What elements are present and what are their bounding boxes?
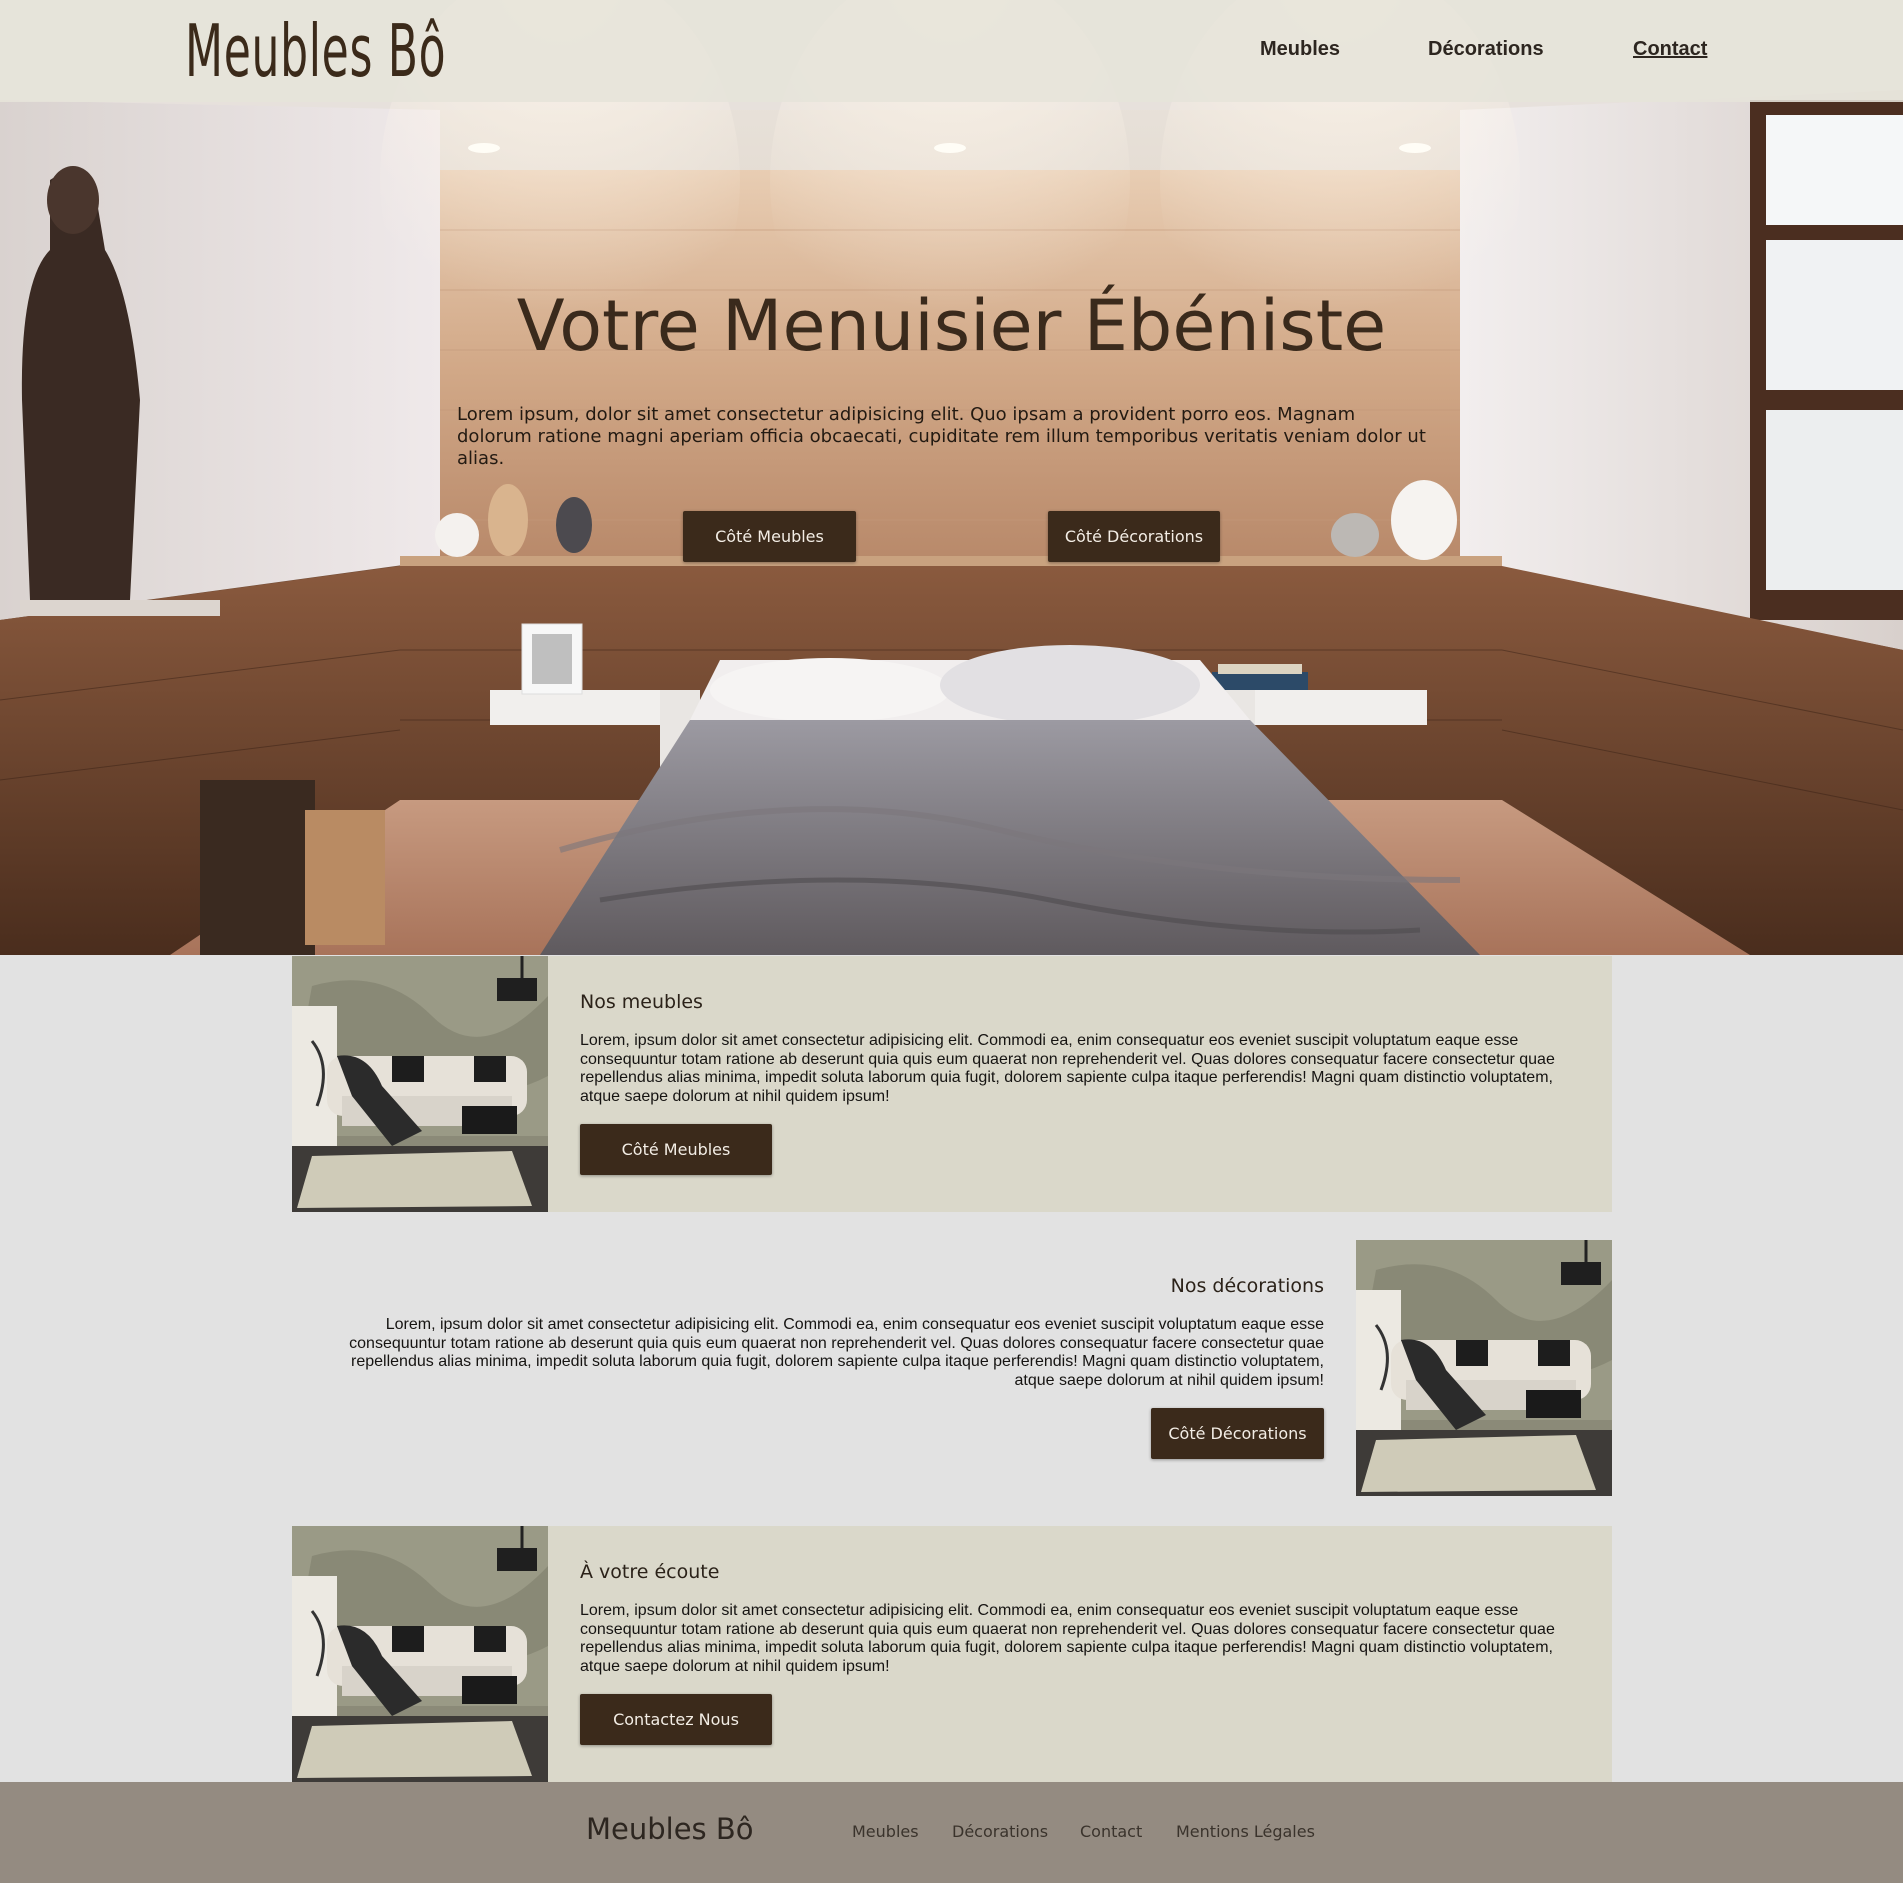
hero-title: Votre Menuisier Ébéniste xyxy=(516,285,1387,367)
hero-cote-decorations-button[interactable]: Côté Décorations xyxy=(1048,511,1220,562)
section-cote-meubles-button[interactable]: Côté Meubles xyxy=(580,1124,772,1175)
footer-mentions-legales-link[interactable]: Mentions Légales xyxy=(1176,1822,1315,1841)
section-text: Lorem, ipsum dolor sit amet consectetur … xyxy=(580,1032,1555,1105)
footer-decorations-link[interactable]: Décorations xyxy=(952,1822,1048,1841)
section-title: Nos meubles xyxy=(580,991,703,1013)
top-navbar: Meubles Bô Meubles Décorations Contact xyxy=(0,0,1903,102)
hero-section: Meubles Bô Meubles Décorations Contact V… xyxy=(0,0,1903,955)
nav-meubles-link[interactable]: Meubles xyxy=(1260,38,1340,61)
footer-meubles-link[interactable]: Meubles xyxy=(852,1822,919,1841)
section-text: Lorem, ipsum dolor sit amet consectetur … xyxy=(349,1316,1324,1389)
section-nos-decorations: Nos décorations Lorem, ipsum dolor sit a… xyxy=(292,1240,1612,1496)
section-cote-decorations-button[interactable]: Côté Décorations xyxy=(1151,1408,1324,1459)
section-title: Nos décorations xyxy=(1170,1275,1324,1297)
section-text: Lorem, ipsum dolor sit amet consectetur … xyxy=(580,1602,1555,1675)
sofa-image xyxy=(292,956,548,1212)
section-title: À votre écoute xyxy=(580,1561,720,1583)
section-contactez-nous-button[interactable]: Contactez Nous xyxy=(580,1694,772,1745)
nav-contact-link[interactable]: Contact xyxy=(1633,38,1707,61)
hero-description: Lorem ipsum, dolor sit amet consectetur … xyxy=(457,404,1426,469)
site-logo[interactable]: Meubles Bô xyxy=(185,2,446,100)
hero-cote-meubles-button[interactable]: Côté Meubles xyxy=(683,511,856,562)
footer-contact-link[interactable]: Contact xyxy=(1080,1822,1142,1841)
nav-decorations-link[interactable]: Décorations xyxy=(1428,38,1544,61)
footer-logo[interactable]: Meubles Bô xyxy=(586,1812,754,1846)
sofa-image xyxy=(292,1526,548,1782)
section-nos-meubles: Nos meubles Lorem, ipsum dolor sit amet … xyxy=(292,956,1612,1212)
sofa-image xyxy=(1356,1240,1612,1496)
section-a-votre-ecoute: À votre écoute Lorem, ipsum dolor sit am… xyxy=(292,1526,1612,1782)
footer: Meubles Bô Meubles Décorations Contact M… xyxy=(0,1782,1903,1883)
hero-bedroom-image xyxy=(0,0,1903,955)
